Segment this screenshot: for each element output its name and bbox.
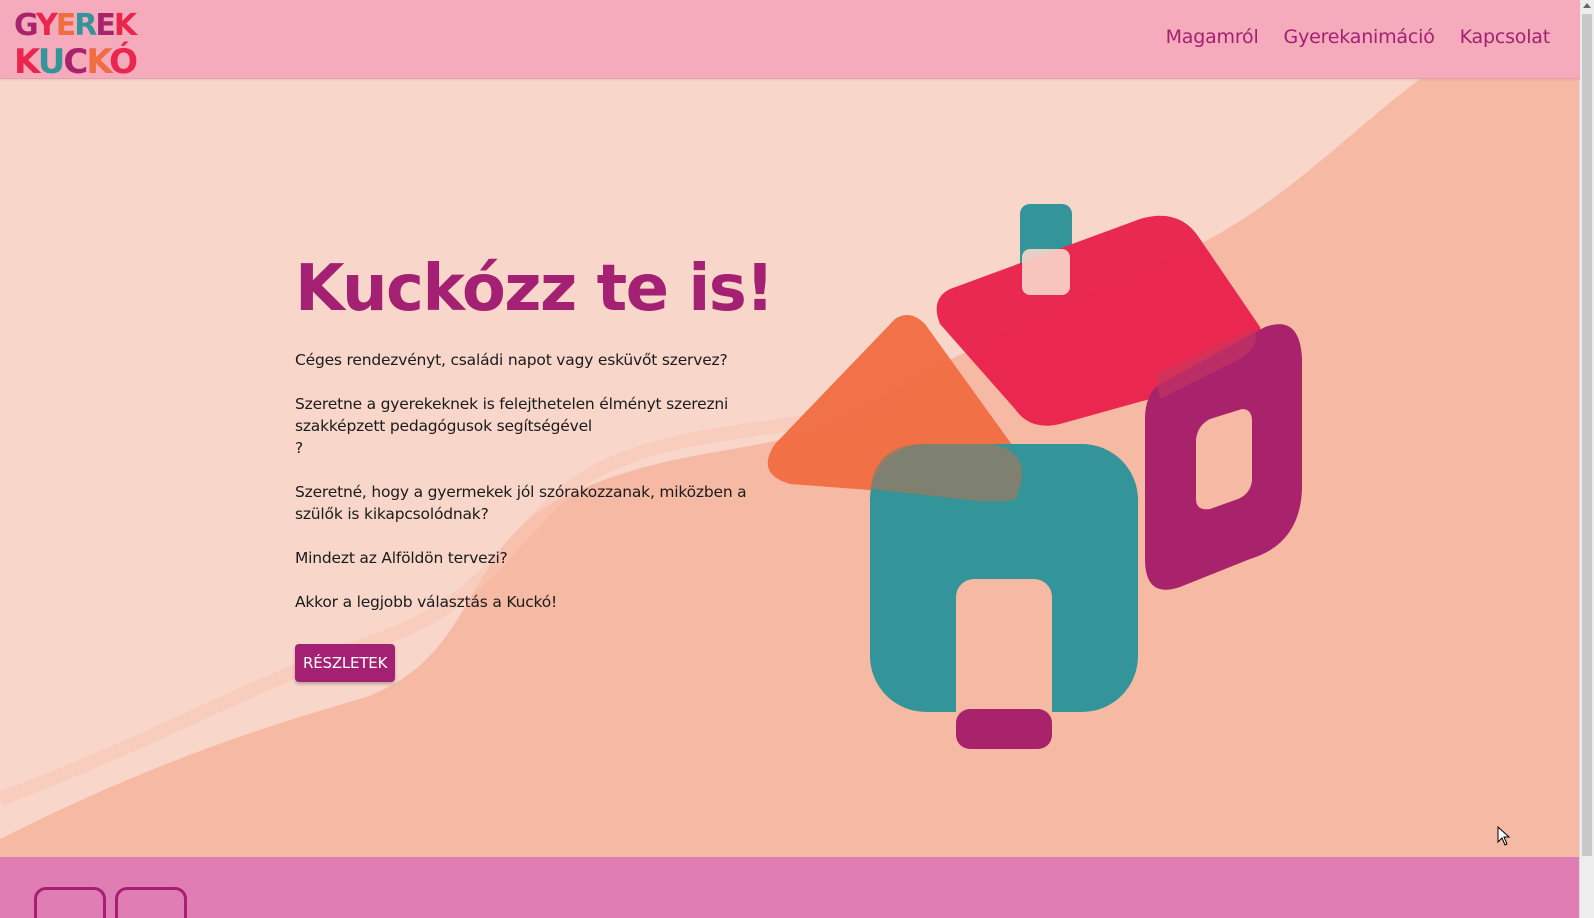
scroll-up-arrow-icon[interactable] xyxy=(1583,3,1591,8)
instagram-icon[interactable] xyxy=(34,887,106,918)
nav-item-kapcsolat[interactable]: Kapcsolat xyxy=(1460,26,1551,48)
hero-text: Céges rendezvényt, családi napot vagy es… xyxy=(295,349,795,613)
hero-paragraph: Céges rendezvényt, családi napot vagy es… xyxy=(295,351,728,369)
nav-item-magamrol[interactable]: Magamról xyxy=(1166,26,1259,48)
hero-content: Kuckózz te is! Céges rendezvényt, család… xyxy=(295,249,795,682)
mouse-cursor-icon xyxy=(1497,826,1511,846)
hero-title: Kuckózz te is! xyxy=(295,252,775,326)
nav-item-gyerekanimacio[interactable]: Gyerekanimáció xyxy=(1284,26,1435,48)
hero-paragraph: Szeretne a gyerekeknek is felejthetelen … xyxy=(295,395,729,435)
hero-section: Kuckózz te is! Céges rendezvényt, család… xyxy=(0,79,1580,859)
hero-paragraph: Szeretné, hogy a gyermekek jól szórakozz… xyxy=(295,483,747,523)
main-nav: Magamról Gyerekanimáció Kapcsolat xyxy=(1166,26,1551,48)
site-header: GYEREK KUCKÓ Magamról Gyerekanimáció Kap… xyxy=(0,0,1580,79)
hero-paragraph: Mindezt az Alföldön tervezi? xyxy=(295,549,508,567)
scrollbar-thumb[interactable] xyxy=(1582,14,1592,856)
details-button[interactable]: RÉSZLETEK xyxy=(295,644,396,682)
facebook-icon[interactable] xyxy=(115,887,187,918)
page: GYEREK KUCKÓ Magamról Gyerekanimáció Kap… xyxy=(0,0,1594,918)
svg-text:GYEREK: GYEREK xyxy=(14,8,139,43)
gyerek-kucko-logo[interactable]: GYEREK KUCKÓ xyxy=(12,3,152,77)
house-shapes-illustration xyxy=(767,204,1302,749)
hero-paragraph: Akkor a legjobb választás a Kuckó! xyxy=(295,593,558,611)
vertical-scrollbar[interactable] xyxy=(1579,0,1594,918)
svg-text:KUCKÓ: KUCKÓ xyxy=(14,41,137,77)
site-footer xyxy=(0,857,1580,918)
hero-paragraph: ? xyxy=(295,439,304,457)
